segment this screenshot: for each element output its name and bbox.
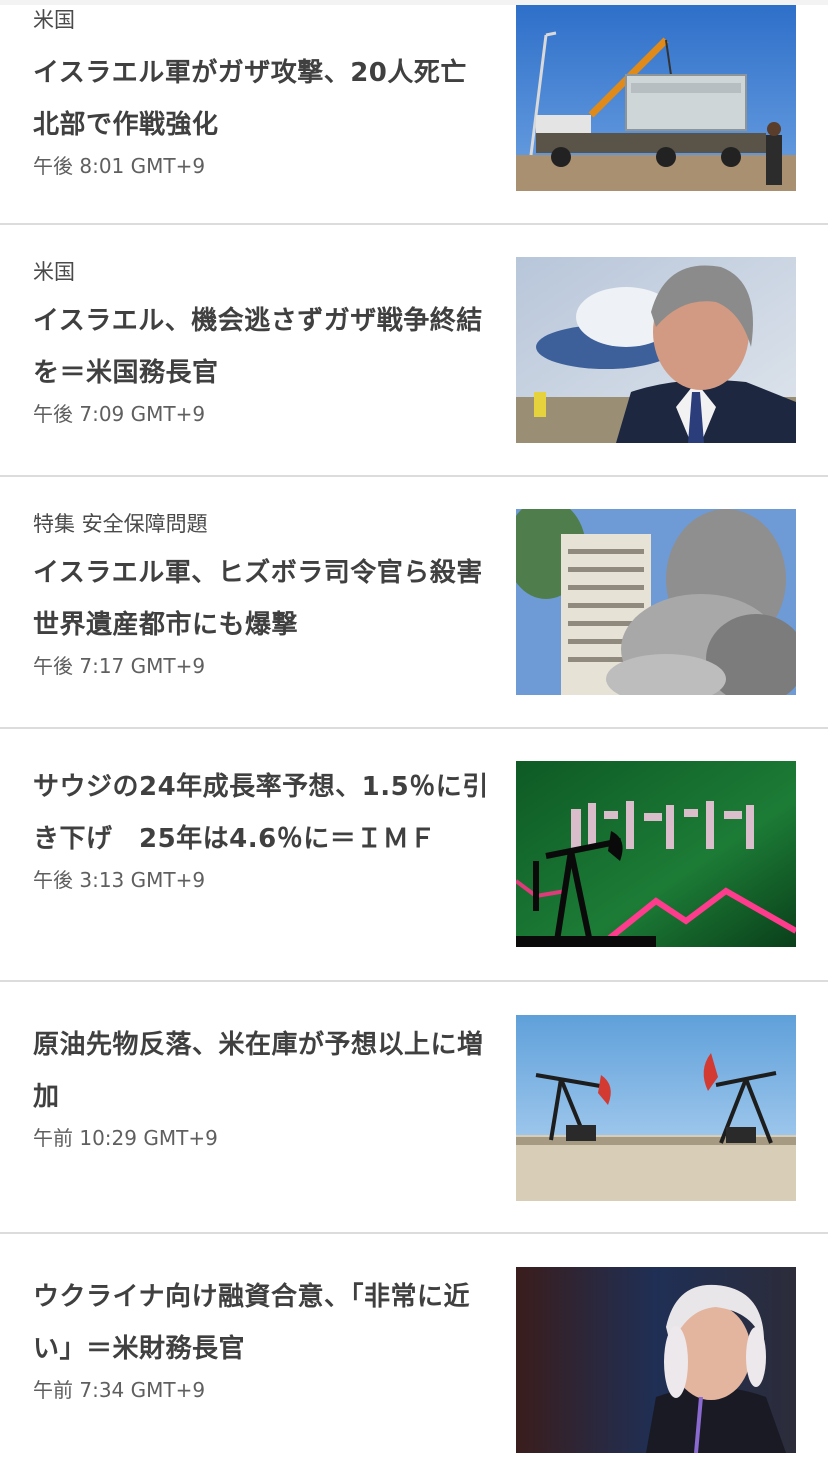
oil-pump-flag-photo: [516, 761, 796, 947]
article-category[interactable]: 米国: [33, 5, 498, 35]
article-timestamp: 午後 7:09 GMT+9: [33, 402, 206, 426]
article-timestamp: 午前 10:29 GMT+9: [33, 1126, 218, 1150]
article-headline[interactable]: イスラエル軍、ヒズボラ司令官ら殺害 世界遺産都市にも爆撃: [33, 547, 509, 651]
article-timestamp: 午後 3:13 GMT+9: [33, 868, 206, 892]
oil-pumpjacks-photo: [516, 1015, 796, 1201]
article-timestamp: 午後 7:17 GMT+9: [33, 654, 206, 678]
article-thumbnail[interactable]: [516, 761, 796, 947]
crane-truck-photo: [516, 5, 796, 191]
article-text: 特集 安全保障問題 イスラエル軍、ヒズボラ司令官ら殺害 世界遺産都市にも爆撃 午…: [33, 509, 509, 681]
article-item[interactable]: 米国 イスラエル、機会逃さずガザ戦争終結を＝米国務長官 午後 7:09 GMT+…: [0, 225, 828, 477]
article-headline[interactable]: サウジの24年成長率予想、1.5％に引き下げ 25年は4.6％に＝ＩＭＦ: [33, 761, 498, 865]
article-timestamp: 午前 7:34 GMT+9: [33, 1378, 206, 1402]
official-portrait-photo: [516, 257, 796, 443]
article-item[interactable]: 米国 イスラエル軍がガザ攻撃、20人死亡 北部で作戦強化 午後 8:01 GMT…: [0, 0, 828, 225]
article-headline[interactable]: 原油先物反落、米在庫が予想以上に増加: [33, 1019, 498, 1123]
article-timestamp: 午後 8:01 GMT+9: [33, 154, 206, 178]
article-thumbnail[interactable]: [516, 509, 796, 695]
article-text: サウジの24年成長率予想、1.5％に引き下げ 25年は4.6％に＝ＩＭＦ 午後 …: [33, 761, 498, 895]
article-thumbnail[interactable]: [516, 1015, 796, 1201]
article-text: 原油先物反落、米在庫が予想以上に増加 午前 10:29 GMT+9: [33, 1019, 498, 1153]
article-text: 米国 イスラエル軍がガザ攻撃、20人死亡 北部で作戦強化 午後 8:01 GMT…: [33, 5, 498, 181]
article-category[interactable]: 特集 安全保障問題: [33, 509, 498, 539]
article-category[interactable]: 米国: [33, 257, 498, 287]
article-thumbnail[interactable]: [516, 5, 796, 191]
building-smoke-photo: [516, 509, 796, 695]
article-thumbnail[interactable]: [516, 1267, 796, 1453]
article-item[interactable]: サウジの24年成長率予想、1.5％に引き下げ 25年は4.6％に＝ＩＭＦ 午後 …: [0, 729, 828, 982]
article-text: ウクライナ向け融資合意、「非常に近い」＝米財務長官 午前 7:34 GMT+9: [33, 1271, 498, 1405]
article-item[interactable]: ウクライナ向け融資合意、「非常に近い」＝米財務長官 午前 7:34 GMT+9: [0, 1234, 828, 1477]
article-headline[interactable]: ウクライナ向け融資合意、「非常に近い」＝米財務長官: [33, 1271, 498, 1375]
official-speaking-photo: [516, 1267, 796, 1453]
article-text: 米国 イスラエル、機会逃さずガザ戦争終結を＝米国務長官 午後 7:09 GMT+…: [33, 257, 498, 429]
article-item[interactable]: 特集 安全保障問題 イスラエル軍、ヒズボラ司令官ら殺害 世界遺産都市にも爆撃 午…: [0, 477, 828, 729]
article-headline[interactable]: イスラエル軍がガザ攻撃、20人死亡 北部で作戦強化: [33, 47, 498, 151]
article-item[interactable]: 原油先物反落、米在庫が予想以上に増加 午前 10:29 GMT+9: [0, 982, 828, 1234]
article-thumbnail[interactable]: [516, 257, 796, 443]
article-headline[interactable]: イスラエル、機会逃さずガザ戦争終結を＝米国務長官: [33, 295, 498, 399]
